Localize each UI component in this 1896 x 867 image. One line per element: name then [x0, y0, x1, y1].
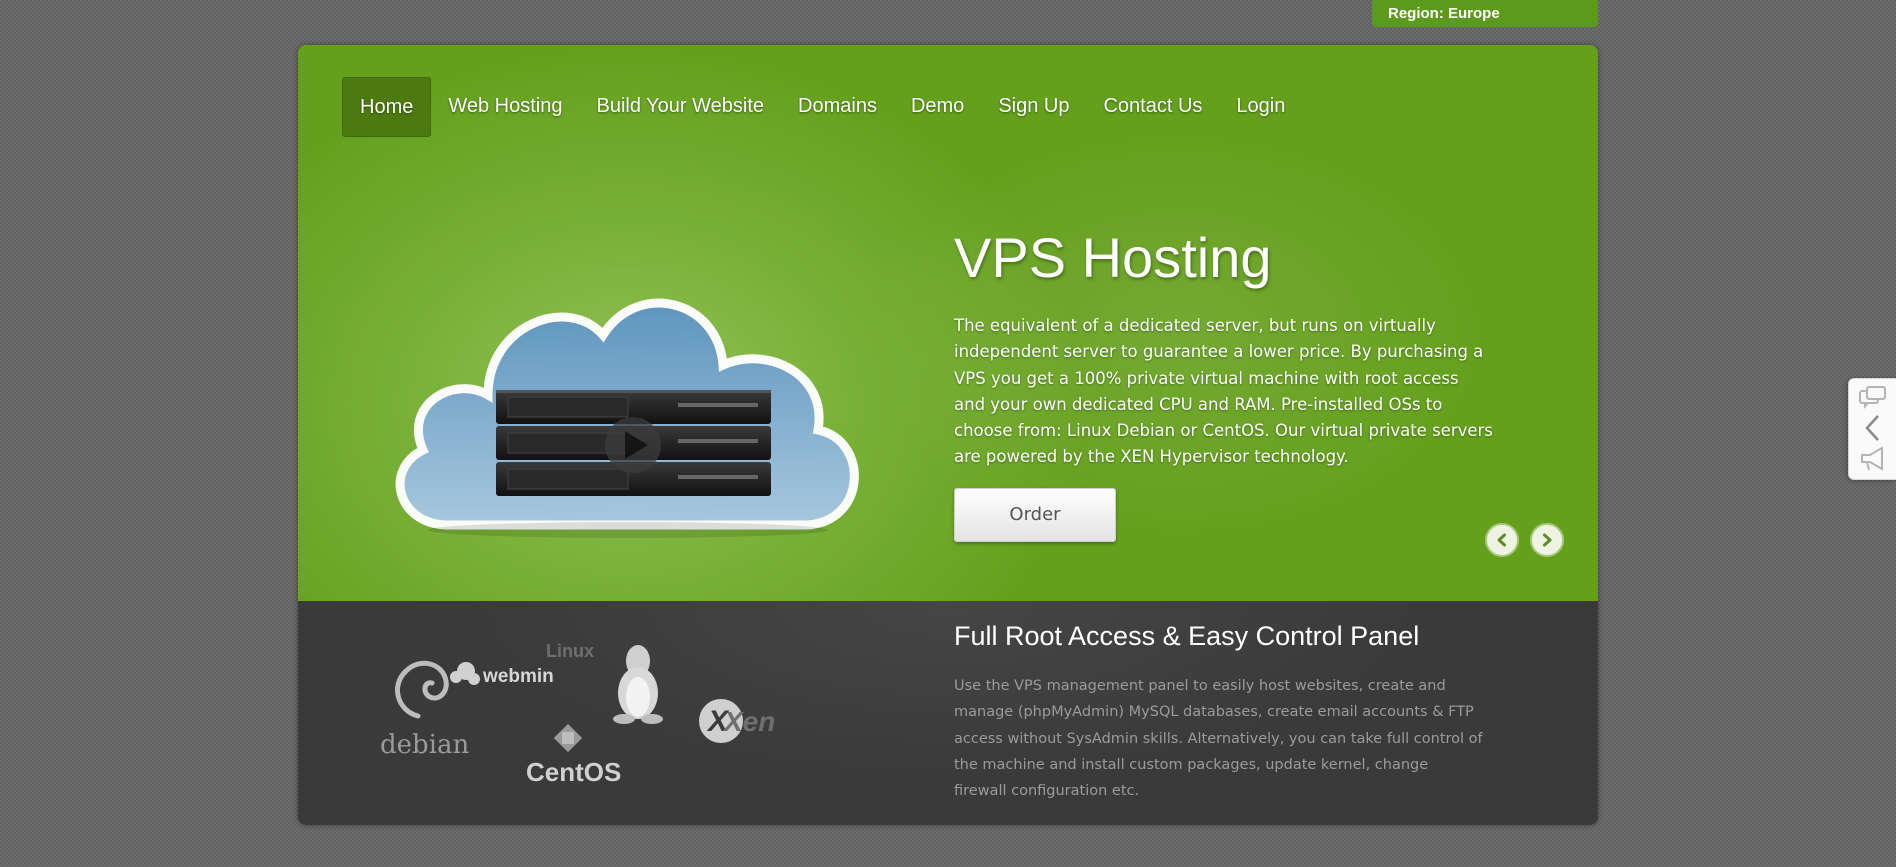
hero-description: The equivalent of a dedicated server, bu… — [954, 316, 1493, 467]
main-nav: Home Web Hosting Build Your Website Doma… — [342, 77, 1302, 137]
xen-logo-text: Xen — [722, 706, 775, 737]
slider-prev-button[interactable] — [1485, 523, 1519, 557]
linux-logo: Linux — [546, 641, 663, 724]
chevron-left-icon — [1497, 533, 1506, 547]
nav-sign-up[interactable]: Sign Up — [981, 77, 1086, 137]
nav-web-hosting[interactable]: Web Hosting — [431, 77, 579, 137]
features-description: Use the VPS management panel to easily h… — [954, 678, 1483, 800]
centos-logo: CentOS — [526, 723, 621, 787]
linux-logo-text: Linux — [546, 641, 594, 661]
nav-demo[interactable]: Demo — [894, 77, 981, 137]
hero-title: VPS Hosting — [954, 226, 1272, 289]
nav-login[interactable]: Login — [1219, 77, 1302, 137]
side-feedback-widget[interactable] — [1848, 378, 1896, 480]
nav-contact-us[interactable]: Contact Us — [1086, 77, 1219, 137]
os-logos: debian webmin Linux CentOS X Xen — [380, 641, 775, 787]
features-section: debian webmin Linux CentOS X Xen Full Ro… — [298, 601, 1598, 825]
nav-domains[interactable]: Domains — [781, 77, 894, 137]
webmin-logo-text: webmin — [482, 666, 554, 687]
main-panel: Home Web Hosting Build Your Website Doma… — [298, 45, 1598, 825]
region-selector[interactable]: Region: Europe — [1372, 0, 1598, 27]
nav-home[interactable]: Home — [342, 77, 432, 137]
debian-logo-text: debian — [380, 730, 469, 760]
chevron-left-icon[interactable] — [1849, 413, 1896, 443]
webmin-logo: webmin — [450, 662, 554, 687]
slider-next-button[interactable] — [1530, 523, 1564, 557]
chat-icon[interactable] — [1849, 385, 1896, 413]
chevron-right-icon — [1543, 533, 1552, 547]
order-button[interactable]: Order — [954, 488, 1116, 542]
megaphone-icon[interactable] — [1849, 445, 1896, 473]
nav-build-your-website[interactable]: Build Your Website — [580, 77, 782, 137]
xen-logo: X Xen — [699, 699, 775, 743]
cloud-server-icon — [395, 298, 859, 538]
hero-slider: Home Web Hosting Build Your Website Doma… — [298, 45, 1598, 601]
centos-logo-text: CentOS — [526, 757, 621, 787]
features-title: Full Root Access & Easy Control Panel — [954, 621, 1420, 651]
